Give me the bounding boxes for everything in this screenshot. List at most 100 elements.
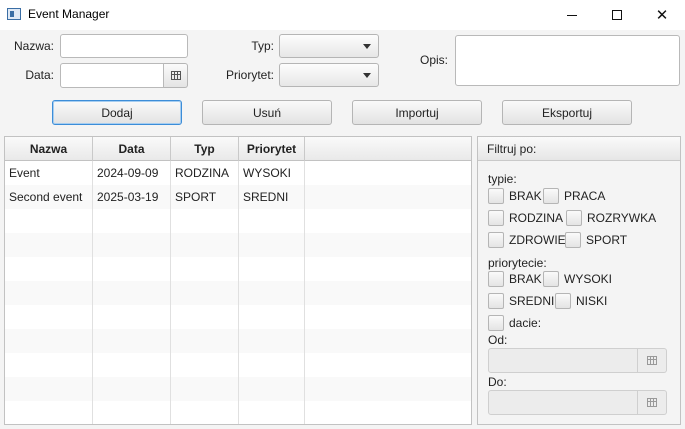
checkbox[interactable]: [488, 232, 504, 248]
empty-cell: [93, 305, 171, 329]
date-label: Data:: [25, 68, 54, 82]
add-button[interactable]: Dodaj: [52, 100, 182, 125]
empty-cell: [239, 353, 305, 377]
checkbox[interactable]: [565, 232, 581, 248]
close-icon: ✕: [655, 7, 669, 24]
empty-cell: [305, 305, 471, 329]
description-textarea[interactable]: [455, 35, 680, 86]
empty-cell: [305, 353, 471, 377]
empty-table-row: [5, 401, 471, 424]
checkbox[interactable]: [488, 210, 504, 226]
empty-cell: [171, 353, 239, 377]
priority-select[interactable]: [279, 63, 379, 87]
table-row[interactable]: Second event 2025-03-19 SPORT SREDNI: [5, 185, 471, 209]
checkbox-label: BRAK: [509, 272, 542, 286]
empty-cell: [93, 233, 171, 257]
empty-cell: [171, 377, 239, 401]
events-table[interactable]: Nazwa Data Typ Priorytet Event 2024-09-0…: [4, 136, 472, 425]
export-button[interactable]: Eksportuj: [502, 100, 632, 125]
column-header-date[interactable]: Data: [93, 137, 171, 161]
empty-cell: [171, 329, 239, 353]
column-header-name[interactable]: Nazwa: [5, 137, 93, 161]
empty-table-row: [5, 257, 471, 281]
empty-cell: [171, 281, 239, 305]
empty-cell: [93, 209, 171, 233]
empty-cell: [5, 401, 93, 424]
checkbox[interactable]: [488, 271, 504, 287]
column-header-filler: [305, 137, 471, 161]
filter-priority-niski[interactable]: NISKI: [555, 293, 607, 309]
column-header-type[interactable]: Typ: [171, 137, 239, 161]
maximize-button[interactable]: [594, 0, 640, 30]
name-input[interactable]: [60, 34, 188, 58]
empty-cell: [305, 233, 471, 257]
table-header: Nazwa Data Typ Priorytet: [5, 137, 471, 161]
empty-cell: [239, 209, 305, 233]
checkbox[interactable]: [488, 188, 504, 204]
filter-type-rodzina[interactable]: RODZINA: [488, 210, 563, 226]
close-button[interactable]: ✕: [639, 0, 685, 30]
priority-label: Priorytet:: [225, 68, 274, 82]
checkbox[interactable]: [543, 271, 559, 287]
empty-cell: [93, 257, 171, 281]
cell-date: 2025-03-19: [93, 185, 171, 209]
to-date-picker-button[interactable]: [638, 390, 667, 415]
empty-table-row: [5, 377, 471, 401]
empty-cell: [93, 377, 171, 401]
empty-cell: [171, 305, 239, 329]
date-input[interactable]: [60, 63, 164, 88]
chevron-down-icon: [363, 73, 371, 78]
empty-table-row: [5, 305, 471, 329]
cell-name: Second event: [5, 185, 93, 209]
empty-cell: [305, 401, 471, 424]
checkbox-label: WYSOKI: [564, 272, 613, 286]
filter-priority-wysoki[interactable]: WYSOKI: [543, 271, 612, 287]
to-date-input[interactable]: [488, 390, 638, 415]
empty-cell: [93, 401, 171, 424]
description-label: Opis:: [419, 53, 448, 67]
filter-type-zdrowie[interactable]: ZDROWIE: [488, 232, 566, 248]
checkbox[interactable]: [543, 188, 559, 204]
minimize-button[interactable]: [549, 0, 595, 30]
empty-table-row: [5, 233, 471, 257]
filter-priority-brak[interactable]: BRAK: [488, 271, 542, 287]
filter-type-rozrywka[interactable]: ROZRYWKA: [566, 210, 656, 226]
empty-cell: [305, 329, 471, 353]
type-label: Typ:: [251, 39, 274, 53]
cell-priority: WYSOKI: [239, 161, 305, 185]
checkbox-label: SPORT: [586, 233, 628, 247]
filter-type-brak[interactable]: BRAK: [488, 188, 542, 204]
checkbox[interactable]: [488, 315, 504, 331]
empty-cell: [5, 233, 93, 257]
from-date-input[interactable]: [488, 348, 638, 373]
filter-priority-label: priorytecie:: [488, 256, 547, 270]
column-header-priority[interactable]: Priorytet: [239, 137, 305, 161]
chevron-down-icon: [363, 44, 371, 49]
calendar-icon: [647, 356, 657, 365]
import-button[interactable]: Importuj: [352, 100, 482, 125]
date-picker-button[interactable]: [164, 63, 188, 88]
filter-panel: Filtruj po: typie: BRAK PRACA RODZINA RO…: [477, 136, 681, 425]
checkbox-label: RODZINA: [509, 211, 563, 225]
filter-type-label: typie:: [488, 172, 517, 186]
from-date-picker-button[interactable]: [638, 348, 667, 373]
checkbox[interactable]: [566, 210, 582, 226]
type-select[interactable]: [279, 34, 379, 58]
checkbox[interactable]: [488, 293, 504, 309]
checkbox-label: SREDNI: [509, 294, 555, 308]
checkbox-label: dacie:: [509, 316, 542, 330]
empty-cell: [171, 233, 239, 257]
empty-table-row: [5, 353, 471, 377]
checkbox-label: NISKI: [576, 294, 608, 308]
empty-cell: [239, 257, 305, 281]
empty-cell: [5, 257, 93, 281]
table-row[interactable]: Event 2024-09-09 RODZINA WYSOKI: [5, 161, 471, 185]
delete-button[interactable]: Usuń: [202, 100, 332, 125]
empty-cell: [171, 401, 239, 424]
checkbox[interactable]: [555, 293, 571, 309]
filter-priority-sredni[interactable]: SREDNI: [488, 293, 554, 309]
filter-type-sport[interactable]: SPORT: [565, 232, 627, 248]
filter-type-praca[interactable]: PRACA: [543, 188, 605, 204]
filter-by-date[interactable]: dacie:: [488, 315, 541, 331]
empty-cell: [93, 353, 171, 377]
